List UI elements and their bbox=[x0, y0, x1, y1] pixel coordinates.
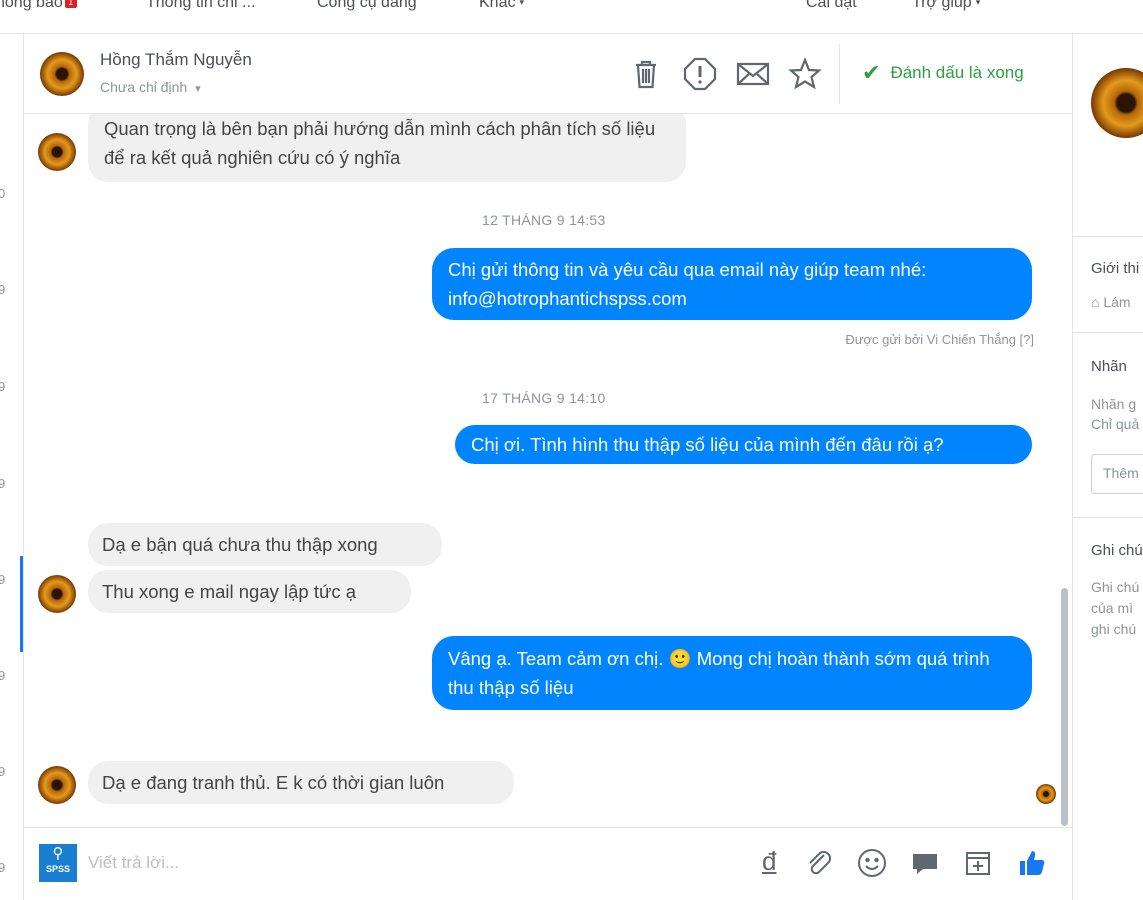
notes-hint: ghi chú bbox=[1091, 621, 1137, 637]
labels-hint: Chỉ quả bbox=[1091, 416, 1140, 432]
assignee-dropdown[interactable]: Chưa chỉ định ▾ bbox=[100, 79, 201, 95]
contact-profile-avatar[interactable] bbox=[1091, 68, 1143, 138]
nav-help-label: Trợ giúp bbox=[912, 0, 972, 11]
nav-notifications-label: hông báo bbox=[0, 0, 63, 11]
nav-more[interactable]: Khác ▾ bbox=[479, 0, 524, 12]
nav-notifications[interactable]: hông báo 1 bbox=[0, 0, 77, 12]
notification-badge: 1 bbox=[64, 0, 77, 8]
thread-scrollbar[interactable] bbox=[1061, 588, 1068, 826]
divider bbox=[1073, 236, 1143, 237]
list-item-time: 9 bbox=[0, 764, 6, 779]
page-logo-text: SPSS bbox=[45, 864, 70, 874]
seen-indicator-avatar bbox=[1036, 784, 1056, 804]
list-item-time: 9 bbox=[0, 860, 6, 875]
sender-avatar bbox=[38, 133, 76, 171]
timestamp: 17 THÁNG 9 14:10 bbox=[482, 390, 606, 406]
trash-icon[interactable] bbox=[628, 56, 664, 92]
divider bbox=[1073, 332, 1143, 333]
conversation-list-strip[interactable]: 0 9 9 9 9 9 9 9 bbox=[0, 34, 24, 900]
sender-avatar bbox=[38, 575, 76, 613]
add-label-input[interactable]: Thêm bbox=[1091, 454, 1143, 494]
outgoing-message: Chị gửi thông tin và yêu cầu qua email n… bbox=[432, 248, 1032, 320]
list-item-time: 9 bbox=[0, 572, 6, 587]
nav-help[interactable]: Trợ giúp ▾ bbox=[912, 0, 980, 12]
divider bbox=[1073, 517, 1143, 518]
spam-icon[interactable] bbox=[682, 56, 718, 92]
list-item-time: 9 bbox=[0, 282, 6, 297]
page-logo: ⚲ SPSS bbox=[39, 844, 77, 882]
labels-hint: Nhãn g bbox=[1091, 396, 1137, 412]
nav-publishing-tools[interactable]: Công cụ đăng bbox=[317, 0, 417, 12]
notes-hint: Ghi chú bbox=[1091, 579, 1140, 595]
emoji-icon[interactable] bbox=[855, 846, 889, 880]
active-conversation-indicator bbox=[20, 556, 23, 652]
mark-as-done-button[interactable]: ✔ Đánh dấu là xong bbox=[862, 60, 1024, 86]
contact-avatar[interactable] bbox=[40, 52, 84, 96]
mail-icon[interactable] bbox=[735, 56, 771, 92]
incoming-message: Quan trọng là bên bạn phải hướng dẫn mìn… bbox=[88, 114, 686, 182]
list-item-time: 0 bbox=[0, 186, 6, 201]
checkmark-icon: ✔ bbox=[862, 60, 881, 85]
star-icon[interactable] bbox=[787, 56, 823, 92]
attach-icon[interactable] bbox=[802, 846, 836, 880]
caret-down-icon: ▾ bbox=[975, 0, 981, 7]
saved-reply-icon[interactable] bbox=[908, 846, 942, 880]
list-item-time: 9 bbox=[0, 668, 6, 683]
nav-more-label: Khác bbox=[479, 0, 516, 11]
list-item-time: 9 bbox=[0, 476, 6, 491]
caret-down-icon: ▾ bbox=[519, 0, 524, 7]
intro-section-title: Giới thi bbox=[1091, 260, 1140, 277]
contact-name[interactable]: Hồng Thắm Nguyễn bbox=[100, 50, 252, 70]
payment-icon[interactable]: đ bbox=[762, 846, 776, 877]
sent-by-label[interactable]: Được gửi bởi Vi Chiến Thắng [?] bbox=[845, 332, 1034, 347]
caret-down-icon: ▾ bbox=[195, 83, 201, 95]
nav-insights[interactable]: Thông tin chi ... bbox=[146, 0, 255, 12]
timestamp: 12 THÁNG 9 14:53 bbox=[482, 212, 606, 228]
appointment-icon[interactable] bbox=[961, 846, 995, 880]
list-item-time: 9 bbox=[0, 379, 6, 394]
assignee-label: Chưa chỉ định bbox=[100, 79, 188, 95]
notes-section-title: Ghi chú bbox=[1091, 542, 1143, 559]
intro-item: ⌂ Lám bbox=[1091, 292, 1131, 312]
notes-hint: của mì bbox=[1091, 600, 1134, 616]
search-icon: ⚲ bbox=[52, 845, 64, 862]
intro-item-text: Lám bbox=[1103, 294, 1131, 310]
outgoing-message: Chị ơi. Tình hình thu thập số liệu của m… bbox=[455, 425, 1032, 464]
incoming-message: Dạ e bận quá chưa thu thập xong bbox=[88, 523, 442, 566]
contact-info-panel: Giới thi ⌂ Lám Nhãn Nhãn g Chỉ quả Thêm … bbox=[1072, 34, 1143, 900]
sender-avatar bbox=[38, 766, 76, 804]
incoming-message: Thu xong e mail ngay lập tức ạ bbox=[88, 570, 411, 613]
outgoing-message: Vâng ạ. Team cảm ơn chị. 🙂 Mong chị hoàn… bbox=[432, 636, 1032, 710]
like-icon[interactable] bbox=[1015, 846, 1049, 880]
conversation-header: Hồng Thắm Nguyễn Chưa chỉ định ▾ ✔ Đánh d… bbox=[24, 34, 1072, 114]
nav-settings[interactable]: Cài đặt bbox=[806, 0, 857, 12]
labels-section-title: Nhãn bbox=[1091, 358, 1127, 375]
reply-composer: ⚲ SPSS đ bbox=[24, 827, 1072, 900]
reply-input[interactable] bbox=[88, 850, 728, 876]
message-thread[interactable]: Quan trọng là bên bạn phải hướng dẫn mìn… bbox=[24, 114, 1072, 827]
work-icon: ⌂ bbox=[1091, 294, 1100, 310]
incoming-message: Dạ e đang tranh thủ. E k có thời gian lu… bbox=[88, 761, 514, 804]
header-divider bbox=[839, 44, 840, 104]
mark-as-done-label: Đánh dấu là xong bbox=[890, 63, 1024, 82]
top-nav: hông báo 1 Thông tin chi ... Công cụ đăng… bbox=[0, 0, 1143, 34]
